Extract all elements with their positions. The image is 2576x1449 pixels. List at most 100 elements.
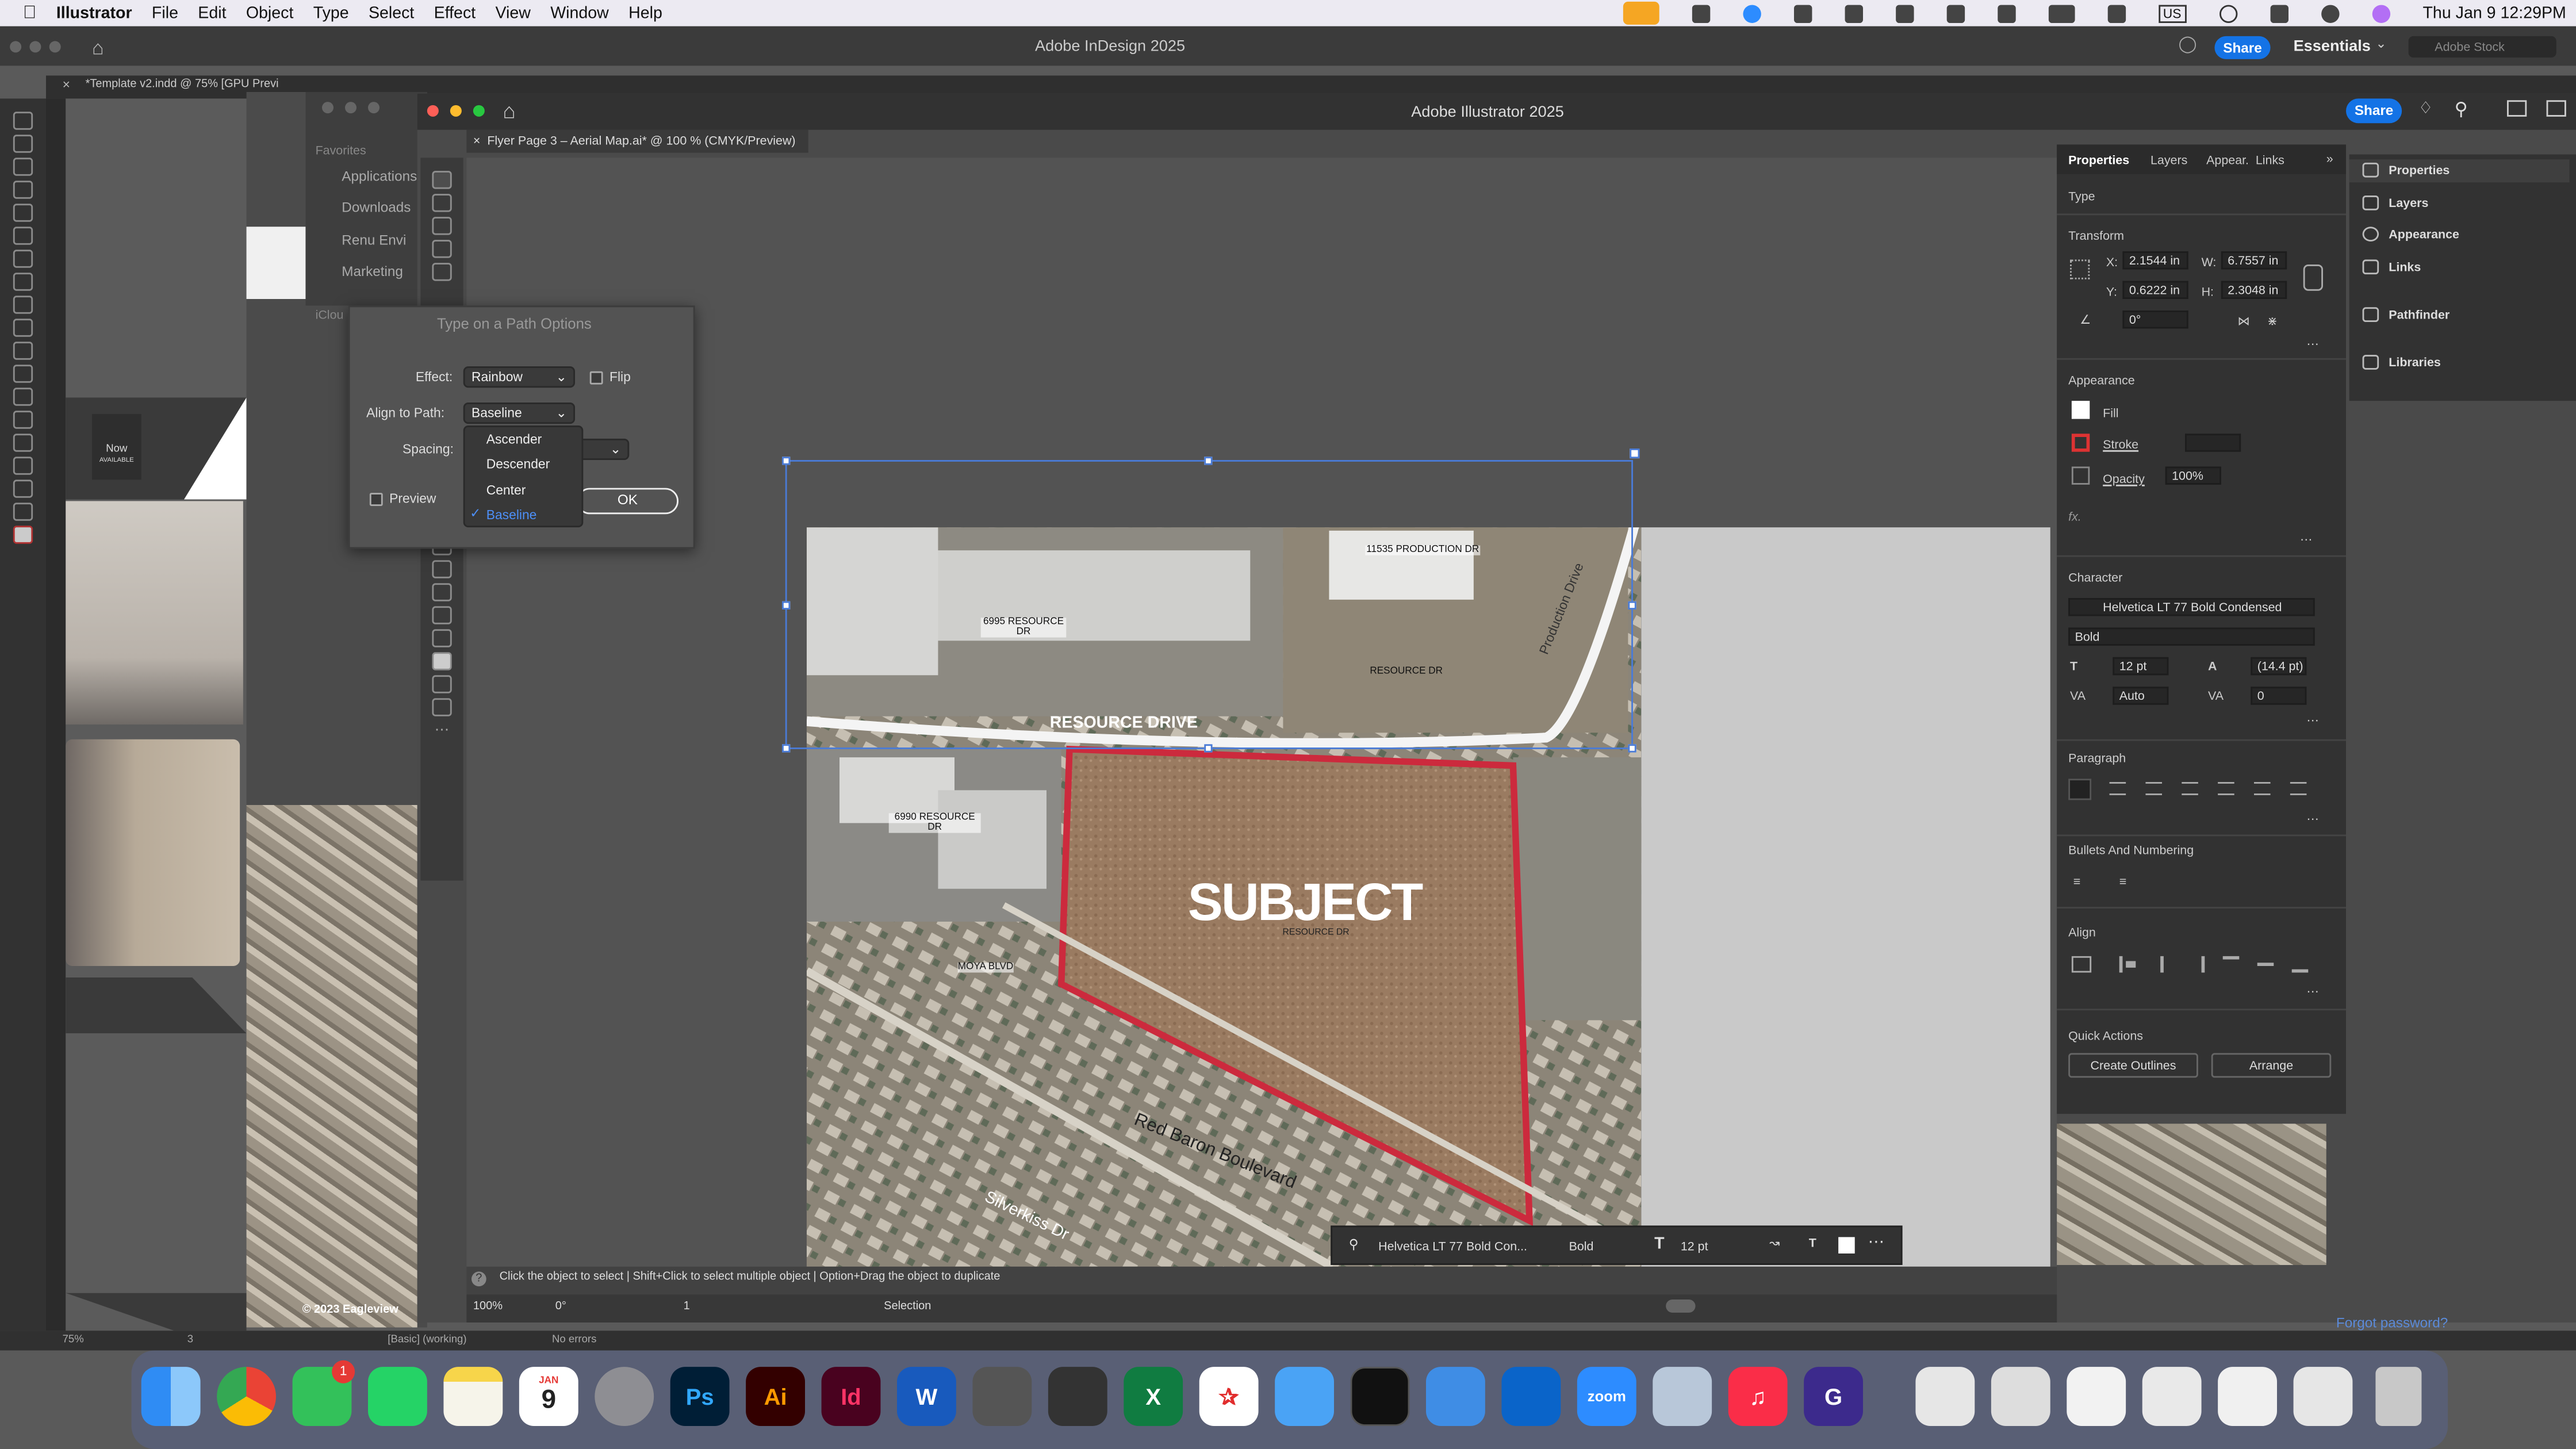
tab-properties[interactable]: Properties — [2068, 153, 2129, 168]
menu-window[interactable]: Window — [550, 4, 609, 22]
recent-document-3[interactable] — [2067, 1367, 2126, 1426]
rectangle-tool-icon[interactable] — [13, 342, 33, 360]
selection-handle-bl[interactable] — [782, 744, 791, 753]
panel-properties[interactable]: Properties — [2362, 162, 2450, 178]
screen-mode-icon[interactable] — [432, 698, 452, 716]
hand-tool-icon[interactable] — [13, 480, 33, 498]
stroke-label[interactable]: Stroke — [2103, 437, 2138, 452]
ctx-style-field[interactable]: Bold — [1569, 1239, 1594, 1254]
microphone-icon[interactable] — [1622, 1, 1659, 25]
search-icon[interactable] — [2219, 4, 2237, 22]
align-to-icon[interactable] — [2071, 956, 2092, 973]
x-field[interactable]: 2.1544 in — [2122, 251, 2188, 270]
option-baseline[interactable]: Baseline — [486, 508, 537, 523]
bluetooth-icon[interactable] — [1844, 4, 1862, 22]
menu-type[interactable]: Type — [313, 4, 349, 22]
rectangle-frame-icon[interactable] — [13, 319, 33, 337]
search-icon[interactable]: ⚲ — [2455, 98, 2468, 120]
minimize-button[interactable] — [29, 41, 41, 53]
notes-dock-icon[interactable] — [443, 1367, 503, 1426]
activity-monitor-dock-icon[interactable] — [1350, 1367, 1410, 1426]
panel-libraries[interactable]: Libraries — [2362, 355, 2441, 370]
fill-swatch-icon[interactable] — [432, 652, 452, 670]
justify-left-icon[interactable] — [2182, 782, 2198, 795]
opacity-label[interactable]: Opacity — [2103, 471, 2145, 486]
selection-tool-icon[interactable] — [13, 112, 33, 130]
artboard-tool-icon[interactable] — [432, 583, 452, 601]
selection-bounding-box[interactable] — [785, 460, 1633, 749]
align-to-path-select[interactable]: Baseline ⌄ — [463, 402, 575, 424]
fx-button[interactable]: fx. — [2068, 509, 2082, 524]
color-mode-icon[interactable] — [432, 675, 452, 693]
ai-zoom-button[interactable] — [473, 105, 485, 117]
note-icon[interactable] — [13, 434, 33, 452]
align-top-icon[interactable] — [2222, 956, 2240, 973]
more-options-icon[interactable]: ⋯ — [2300, 532, 2312, 547]
tab-appearance[interactable]: Appear. — [2206, 153, 2249, 168]
numbering-icon[interactable]: ≡ — [2119, 874, 2127, 889]
tab-links[interactable]: Links — [2256, 153, 2284, 168]
scale-tool-icon[interactable] — [432, 560, 452, 578]
indesign-errors[interactable]: No errors — [552, 1334, 596, 1346]
align-left-icon[interactable] — [2068, 779, 2092, 800]
illustrator-dock-icon[interactable]: Ai — [746, 1367, 805, 1426]
y-field[interactable]: 0.6222 in — [2122, 281, 2188, 299]
play-icon[interactable] — [2321, 4, 2339, 22]
flip-vertical-icon[interactable]: ⋇ — [2267, 314, 2278, 329]
lightbulb-icon[interactable]: ◯ — [2179, 36, 2197, 54]
clock[interactable]: Thu Jan 9 12:29PM — [2422, 4, 2566, 22]
align-center-icon[interactable] — [2109, 782, 2126, 795]
direct-selection-tool-icon[interactable] — [432, 194, 452, 212]
menu-object[interactable]: Object — [246, 4, 294, 22]
cloud-icon[interactable] — [1895, 4, 1914, 22]
ok-button[interactable]: OK — [576, 488, 678, 515]
selection-tool-icon[interactable] — [432, 171, 452, 189]
mail-dock-icon[interactable] — [1275, 1367, 1334, 1426]
rectangle-tool-icon[interactable] — [432, 263, 452, 281]
finder-dock-icon[interactable] — [141, 1367, 201, 1426]
ctx-size-field[interactable]: 12 pt — [1681, 1239, 1708, 1254]
forgot-password-link[interactable]: Forgot password? — [2336, 1314, 2448, 1331]
zoom-tool-icon[interactable] — [432, 606, 452, 624]
spacing-select[interactable]: ⌄ — [576, 438, 630, 460]
panel-layers[interactable]: Layers — [2362, 195, 2428, 210]
type-on-path-icon[interactable]: ↝ — [1769, 1236, 1780, 1251]
justify-right-icon[interactable] — [2254, 782, 2271, 795]
selection-handle-ml[interactable] — [782, 601, 791, 610]
more-tools-icon[interactable]: ⋯ — [432, 721, 451, 739]
tracking-field[interactable]: 0 — [2251, 687, 2307, 705]
grammarly-dock-icon[interactable]: G — [1804, 1367, 1863, 1426]
selection-handle-br[interactable] — [1628, 744, 1636, 753]
content-collector-icon[interactable] — [13, 204, 33, 222]
input-source[interactable]: US — [2158, 4, 2187, 22]
word-dock-icon[interactable]: W — [897, 1367, 956, 1426]
control-center-icon[interactable] — [2270, 4, 2288, 22]
direct-selection-tool-icon[interactable] — [13, 135, 33, 153]
align-bottom-icon[interactable] — [2291, 956, 2309, 973]
workspace-switcher[interactable]: Essentials — [2294, 38, 2371, 56]
line-tool-icon[interactable] — [13, 250, 33, 268]
battery-icon[interactable] — [2048, 4, 2075, 22]
menu-edit[interactable]: Edit — [198, 4, 226, 22]
zoom-tool-icon[interactable] — [13, 503, 33, 521]
whatsapp-dock-icon[interactable] — [368, 1367, 427, 1426]
chrome-dock-icon[interactable] — [217, 1367, 276, 1426]
zoom-status-icon[interactable] — [1742, 4, 1761, 22]
zoom-level-field[interactable]: 100% — [473, 1301, 503, 1313]
apple-icon[interactable]:  — [23, 3, 37, 23]
docs-dock-icon[interactable] — [1426, 1367, 1485, 1426]
zoom-dock-icon[interactable]: zoom — [1577, 1367, 1636, 1426]
ctx-font-field[interactable]: Helvetica LT 77 Bold Con... — [1378, 1239, 1527, 1254]
music-dock-icon[interactable]: ♫ — [1728, 1367, 1788, 1426]
reference-point-icon[interactable] — [2070, 259, 2090, 279]
home-icon[interactable]: ⌂ — [503, 98, 515, 123]
align-right-objects-icon[interactable] — [2188, 956, 2205, 973]
stroke-swatch[interactable] — [2071, 434, 2090, 452]
kerning-field[interactable]: Auto — [2113, 687, 2169, 705]
indesign-share-button[interactable]: Share — [2214, 36, 2271, 59]
more-options-icon[interactable]: ⋯ — [2306, 811, 2318, 826]
font-family-field[interactable]: Helvetica LT 77 Bold Condensed — [2068, 598, 2315, 616]
fill-swatch[interactable] — [2071, 401, 2090, 419]
tab-layers[interactable]: Layers — [2150, 153, 2187, 168]
calendar-dock-icon[interactable]: JAN 9 — [519, 1367, 578, 1426]
